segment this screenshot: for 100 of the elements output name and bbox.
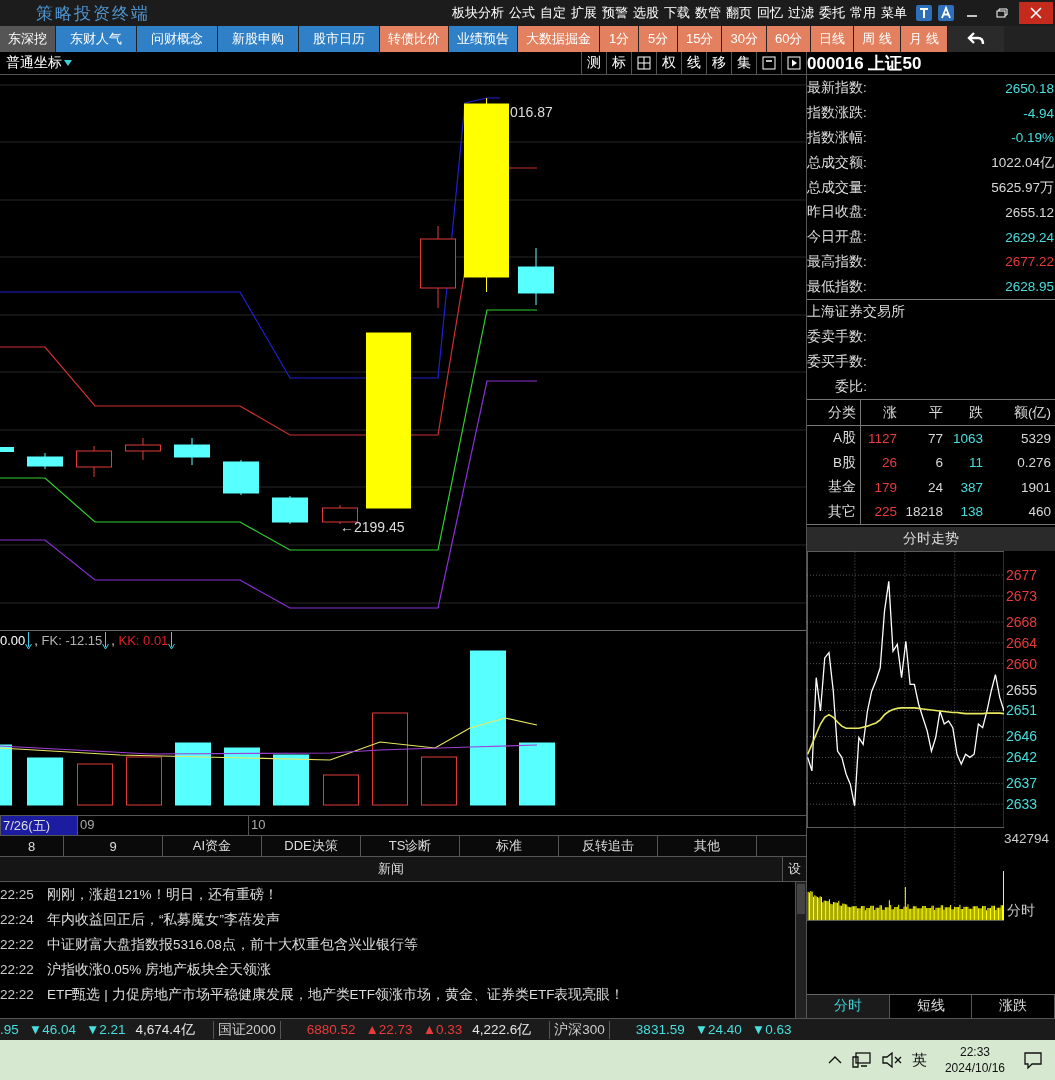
candlestick xyxy=(0,447,14,452)
index-value: 6880.52 xyxy=(306,1022,357,1037)
stat-value: 2628.95 xyxy=(1005,279,1054,295)
menu-item[interactable]: 公式 xyxy=(509,4,535,22)
font-icon[interactable] xyxy=(937,4,955,22)
menu-item[interactable]: 选股 xyxy=(633,4,659,22)
news-headline[interactable]: 沪指收涨0.05% 房地产板块全天领涨 xyxy=(47,960,272,979)
stat-label: 委卖手数: xyxy=(807,328,868,347)
toolbar-tab[interactable]: 东深挖 xyxy=(0,26,55,52)
chart-tool-button[interactable]: 标 xyxy=(606,52,631,74)
indicator-tab[interactable]: 标准 xyxy=(460,836,559,856)
grid-icon[interactable] xyxy=(637,56,651,70)
chart-tool-button[interactable]: 测 xyxy=(581,52,606,74)
chart-tool-button[interactable]: 移 xyxy=(706,52,731,74)
indicator-tab[interactable]: 8 xyxy=(0,836,64,856)
settings-button[interactable]: 设 xyxy=(782,857,806,881)
back-arrow-icon[interactable] xyxy=(965,31,986,47)
news-time: 22:22 xyxy=(0,987,35,1002)
notification-icon[interactable] xyxy=(1023,1050,1043,1070)
volume-bar xyxy=(175,742,211,806)
news-header: 新闻 xyxy=(377,860,405,878)
indicator-tab[interactable]: DDE决策 xyxy=(262,836,361,856)
candlestick xyxy=(223,459,259,496)
toolbar-tab[interactable]: 股市日历 xyxy=(299,26,379,52)
axis-label: 2673 xyxy=(1006,587,1038,604)
news-headline[interactable]: 中证财富大盘指数报5316.08点，前十大权重包含兴业银行等 xyxy=(47,935,418,954)
clock-time[interactable]: 22:33 xyxy=(959,1044,990,1060)
news-time: 22:25 xyxy=(0,887,35,902)
menu-item[interactable]: 翻页 xyxy=(726,4,752,22)
candlestick xyxy=(518,247,554,306)
indicator-tab[interactable]: 9 xyxy=(64,836,163,856)
menu-item[interactable]: 板块分析 xyxy=(452,4,504,22)
down-arrow-icon xyxy=(168,631,176,650)
candlestick xyxy=(27,452,63,470)
news-time: 22:24 xyxy=(0,912,35,927)
indicator-value: KK: 0.01 xyxy=(118,633,169,648)
column-header: 分类 xyxy=(807,400,861,426)
news-headline[interactable]: 刚刚，涨超121%！明日，还有重磅！ xyxy=(47,885,278,904)
table-cell: 基金 xyxy=(807,475,861,500)
indicator-tab[interactable]: 其他 xyxy=(658,836,757,856)
indicator-tab[interactable]: AI资金 xyxy=(163,836,262,856)
news-headline[interactable]: ETF甄选 | 力促房地产市场平稳健康发展，地产类ETF领涨市场，黄金、证券类ETF表现亮眼！ xyxy=(47,985,625,1004)
index-value: 4,674.4亿 xyxy=(135,1020,196,1039)
menu-item[interactable]: 委托 xyxy=(819,4,845,22)
close-button[interactable] xyxy=(1019,2,1053,24)
indicator-tab[interactable]: TS诊断 xyxy=(361,836,460,856)
stat-value: 2650.18 xyxy=(1005,80,1054,96)
text-tool-icon[interactable] xyxy=(915,4,933,22)
stat-value: 5625.97万 xyxy=(991,178,1054,197)
axis-label: 2677 xyxy=(1006,567,1038,584)
panel-tab[interactable]: 分时 xyxy=(807,995,890,1018)
coordinate-mode-dropdown[interactable]: 普通坐标 xyxy=(6,54,62,72)
scrollbar[interactable] xyxy=(795,882,806,1018)
stat-label: 最新指数: xyxy=(807,79,867,98)
close-icon[interactable] xyxy=(1030,7,1042,19)
network-icon[interactable] xyxy=(851,1051,872,1069)
table-cell-text: 77 xyxy=(926,429,944,448)
toolbar-tab[interactable]: 新股申购 xyxy=(218,26,298,52)
chart-tool-button[interactable]: 集 xyxy=(731,52,756,74)
table-cell-text: 1901 xyxy=(1019,478,1052,497)
news-headline[interactable]: 年内收益回正后，“私募魔女”李蓓发声 xyxy=(47,910,280,929)
stat-label: 昨日收盘: xyxy=(807,203,867,222)
exchange-name: 上海证券交易所 xyxy=(807,303,906,322)
menu-item[interactable]: 下载 xyxy=(664,4,690,22)
menu-item[interactable]: 常用 xyxy=(850,4,876,22)
menu-item[interactable]: 自定 xyxy=(540,4,566,22)
column-header: 涨 xyxy=(861,400,901,426)
stat-value: -4.94 xyxy=(1023,105,1054,121)
menu-item[interactable]: 过滤 xyxy=(788,4,814,22)
table-cell-text: 1127 xyxy=(866,429,898,448)
news-time: 22:22 xyxy=(0,937,35,952)
table-cell-text: 18218 xyxy=(904,503,944,522)
menu-item[interactable]: 数管 xyxy=(695,4,721,22)
clock-date[interactable]: 2024/10/16 xyxy=(944,1060,1005,1076)
indicator-tab[interactable]: 反转追击 xyxy=(559,836,658,856)
menu-item[interactable]: 回忆 xyxy=(757,4,783,22)
chart-tool-button[interactable]: 权 xyxy=(656,52,681,74)
toolbar-tab[interactable]: 东财人气 xyxy=(56,26,136,52)
chevron-up-icon[interactable] xyxy=(827,1055,842,1065)
input-method-indicator[interactable]: 英 xyxy=(911,1050,927,1070)
separator-text: , xyxy=(111,633,116,648)
stat-label: 总成交额: xyxy=(807,153,867,172)
axis-label: 2660 xyxy=(1006,655,1038,672)
panel-header: 分时走势 xyxy=(807,527,1055,551)
stat-value: -0.19% xyxy=(1011,130,1054,146)
window-icon[interactable] xyxy=(762,56,776,70)
speaker-muted-icon[interactable] xyxy=(881,1052,902,1068)
menu-item[interactable]: 菜单 xyxy=(881,4,907,22)
stat-value: 2677.22 xyxy=(1005,254,1054,270)
toolbar-tab[interactable]: 问财概念 xyxy=(137,26,217,52)
caret-icon[interactable] xyxy=(64,59,72,67)
back-button[interactable] xyxy=(947,26,1004,52)
table-cell-text: 0.276 xyxy=(1016,454,1052,473)
play-icon[interactable] xyxy=(787,56,801,70)
chart-tool-button[interactable]: 线 xyxy=(681,52,706,74)
down-arrow-icon xyxy=(102,631,110,650)
axis-label: 7/26(五) xyxy=(0,816,77,835)
menu-item[interactable]: 预警 xyxy=(602,4,628,22)
toolbar-tab[interactable]: 业绩预告 xyxy=(449,26,517,52)
menu-item[interactable]: 扩展 xyxy=(571,4,597,22)
